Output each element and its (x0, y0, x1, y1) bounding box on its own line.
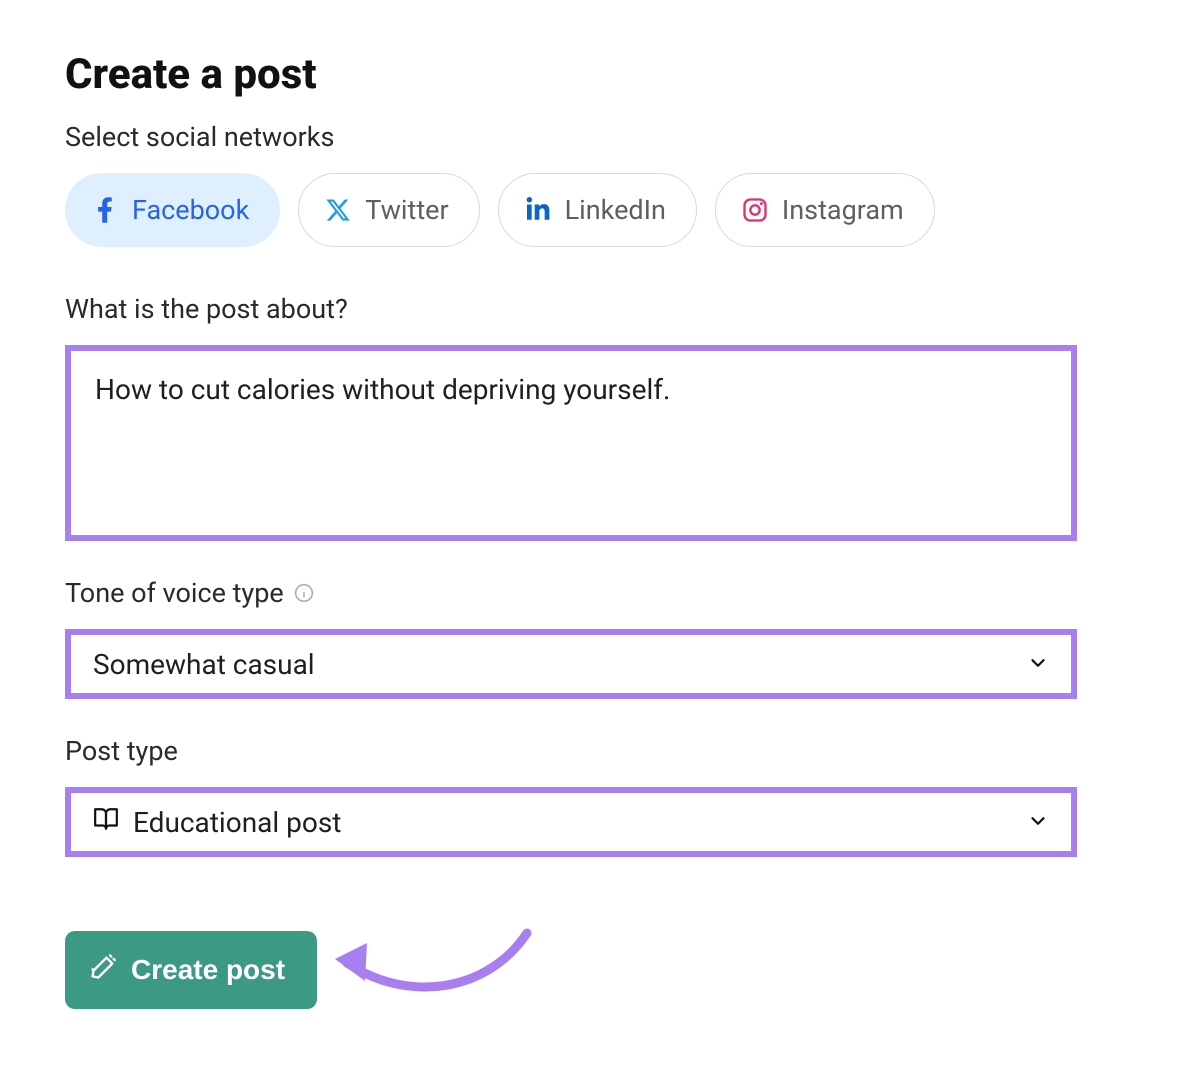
tone-value: Somewhat casual (93, 648, 315, 681)
network-chip-twitter[interactable]: Twitter (298, 173, 479, 247)
linkedin-icon (523, 195, 553, 225)
networks-list: Facebook Twitter LinkedIn Instagram (65, 173, 1115, 247)
post-type-value: Educational post (133, 806, 341, 839)
network-chip-facebook[interactable]: Facebook (65, 173, 280, 247)
network-chip-label: Instagram (782, 194, 904, 226)
about-field-wrapper (65, 345, 1077, 541)
network-chip-label: Twitter (365, 194, 448, 226)
tone-label: Tone of voice type (65, 577, 1115, 609)
network-chip-linkedin[interactable]: LinkedIn (498, 173, 697, 247)
twitter-x-icon (323, 195, 353, 225)
about-label: What is the post about? (65, 293, 1115, 325)
magic-wand-icon (89, 953, 117, 988)
chevron-down-icon (1027, 806, 1049, 839)
book-open-icon (93, 806, 119, 839)
info-icon[interactable] (294, 583, 314, 603)
network-chip-instagram[interactable]: Instagram (715, 173, 935, 247)
post-type-select[interactable]: Educational post (65, 787, 1077, 857)
networks-label: Select social networks (65, 121, 1115, 153)
page-title: Create a post (65, 50, 1115, 99)
create-post-label: Create post (131, 954, 285, 986)
tone-label-text: Tone of voice type (65, 577, 284, 609)
facebook-icon (90, 195, 120, 225)
tone-select[interactable]: Somewhat casual (65, 629, 1077, 699)
chevron-down-icon (1027, 648, 1049, 681)
network-chip-label: LinkedIn (565, 194, 666, 226)
network-chip-label: Facebook (132, 194, 249, 226)
post-type-label: Post type (65, 735, 1115, 767)
arrow-annotation-icon (327, 923, 547, 1017)
instagram-icon (740, 195, 770, 225)
about-input[interactable] (71, 351, 1071, 531)
create-post-button[interactable]: Create post (65, 931, 317, 1009)
